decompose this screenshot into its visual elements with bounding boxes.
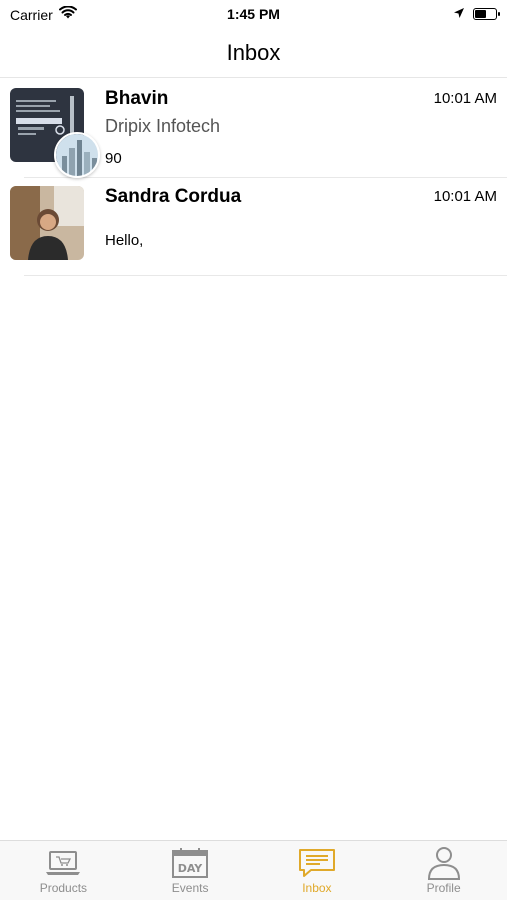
calendar-day-icon: DAY (170, 847, 210, 879)
message-time: 10:01 AM (433, 90, 497, 107)
message-time: 10:01 AM (433, 188, 497, 205)
conversation-list: Bhavin 10:01 AM Dripix Infotech 90 Sandr… (0, 80, 507, 276)
conversation-row[interactable]: Bhavin 10:01 AM Dripix Infotech 90 (10, 80, 507, 178)
tab-label: Profile (426, 881, 461, 895)
contact-name: Bhavin (105, 88, 169, 109)
avatar (10, 186, 84, 260)
tab-label: Events (171, 881, 209, 895)
conversation-thumbnail (10, 88, 100, 178)
last-message: Hello, (105, 232, 144, 249)
conversation-row[interactable]: Sandra Cordua 10:01 AM Hello, (10, 178, 507, 276)
inbox-screen: Carrier 1:45 PM Inbox Bhavin 10:01 AM Dr… (0, 0, 507, 900)
tab-label: Inbox (302, 881, 332, 895)
tab-inbox[interactable]: Inbox (254, 841, 381, 900)
conversation-thumbnail (10, 186, 84, 260)
status-bar: Carrier 1:45 PM (0, 0, 507, 28)
nav-bar: Inbox (0, 28, 507, 78)
status-right (453, 6, 500, 22)
status-time: 1:45 PM (227, 6, 280, 22)
battery-icon (473, 8, 500, 20)
chat-bubble-icon (297, 847, 337, 879)
contact-name: Sandra Cordua (105, 186, 242, 207)
tab-profile[interactable]: Profile (380, 841, 507, 900)
last-message: 90 (105, 150, 122, 167)
company-logo-image (54, 132, 100, 178)
page-title: Inbox (226, 39, 281, 65)
location-arrow-icon (453, 6, 465, 22)
person-icon (424, 847, 464, 880)
tab-events[interactable]: DAY Events (127, 841, 254, 900)
tab-bar: Products DAY Events Inbox Profile (0, 840, 507, 900)
svg-text:DAY: DAY (178, 862, 204, 875)
tab-products[interactable]: Products (0, 841, 127, 900)
laptop-cart-icon (43, 847, 83, 879)
tab-label: Products (39, 881, 88, 895)
company-name: Dripix Infotech (105, 116, 221, 136)
